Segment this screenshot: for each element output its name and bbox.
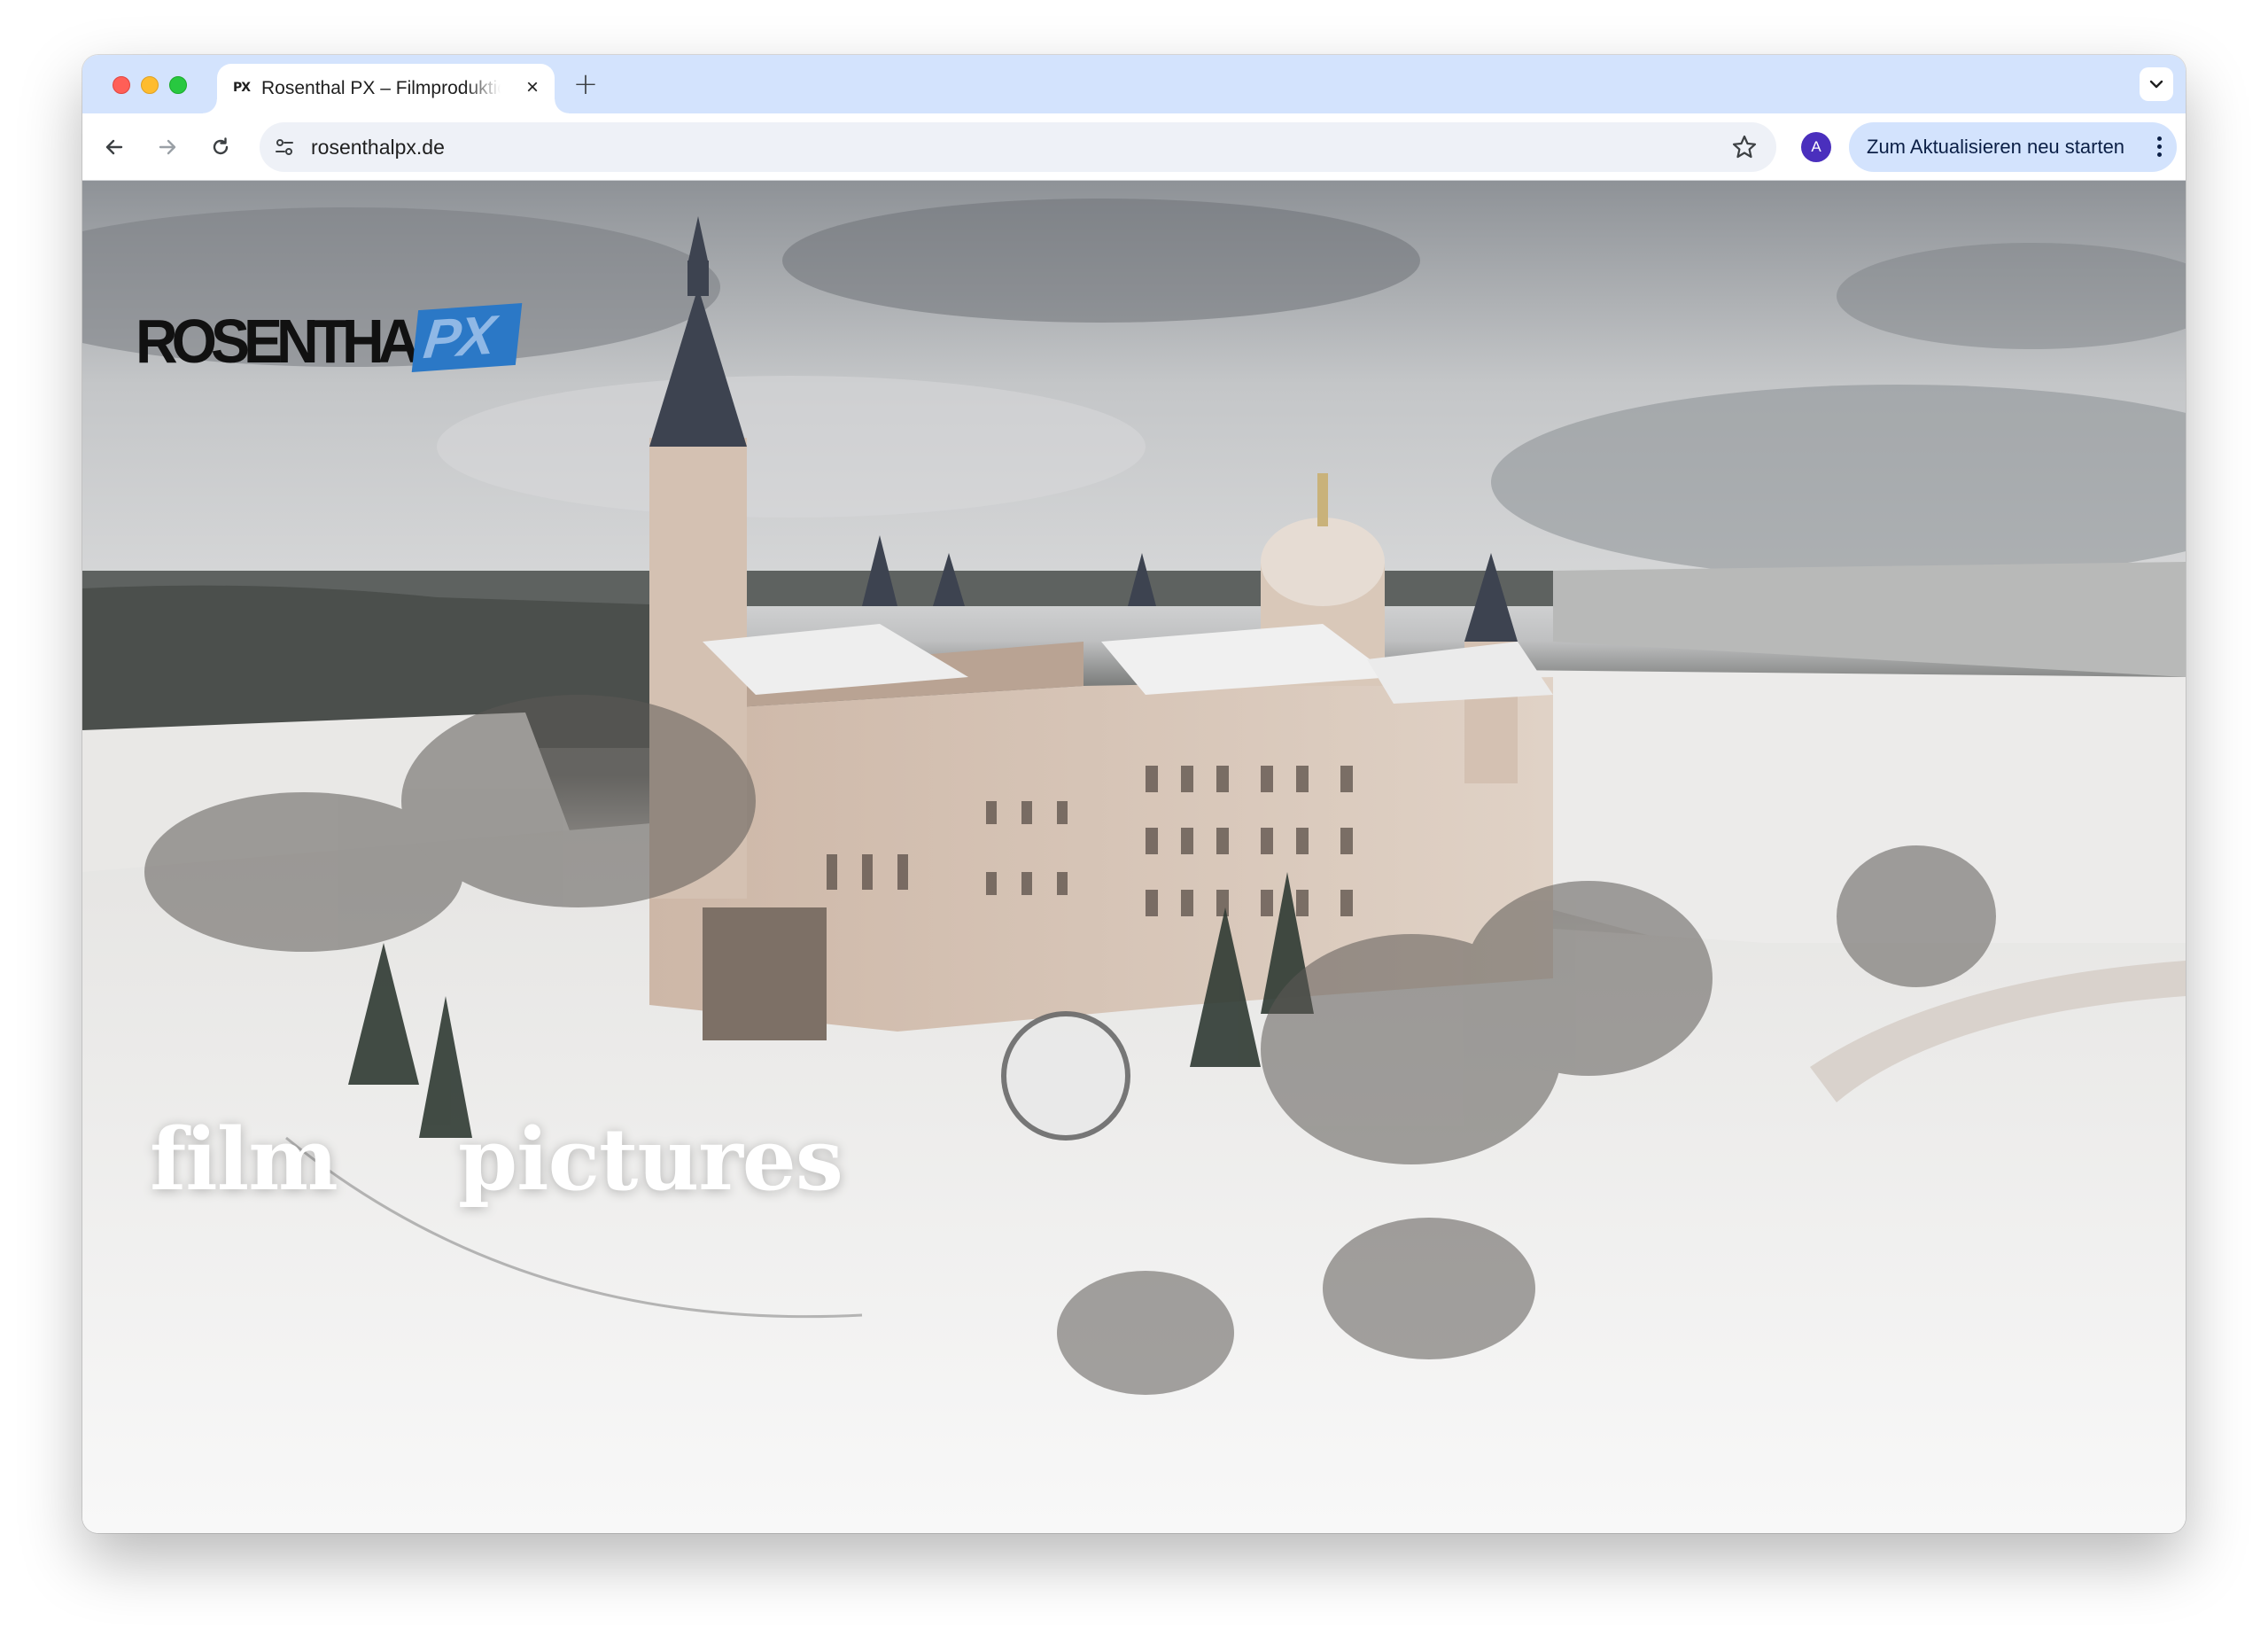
browser-window: PX Rosenthal PX – Filmproduktion × + ros… bbox=[82, 55, 2186, 1533]
url-text[interactable]: rosenthalpx.de bbox=[311, 136, 445, 159]
rosenthal-px-logo[interactable]: ROSENTHAL PX bbox=[136, 303, 525, 378]
site-favicon-icon: PX bbox=[233, 81, 251, 95]
minimize-window-button[interactable] bbox=[141, 76, 159, 94]
site-settings-icon[interactable] bbox=[272, 135, 297, 160]
arrow-right-icon bbox=[159, 139, 176, 155]
reload-icon bbox=[213, 137, 229, 155]
tab-rosenthal-px[interactable]: PX Rosenthal PX – Filmproduktion × bbox=[203, 64, 569, 113]
logo-accent-box: PX bbox=[411, 303, 523, 372]
tab-search-button[interactable] bbox=[2140, 67, 2173, 101]
nav-link-film[interactable]: film bbox=[150, 1111, 338, 1209]
close-window-button[interactable] bbox=[113, 76, 130, 94]
update-relaunch-button[interactable]: Zum Aktualisieren neu starten bbox=[1849, 122, 2177, 172]
address-bar[interactable]: rosenthalpx.de bbox=[260, 122, 1776, 172]
chevron-down-icon bbox=[2149, 80, 2163, 89]
nav-link-pictures[interactable]: pictures bbox=[458, 1111, 843, 1209]
maximize-window-button[interactable] bbox=[169, 76, 187, 94]
new-tab-button[interactable]: + bbox=[570, 69, 602, 101]
bookmark-star-icon[interactable] bbox=[1730, 133, 1759, 161]
tab-title: Rosenthal PX – Filmproduktion bbox=[261, 78, 501, 98]
logo-wordmark: ROSENTHAL bbox=[136, 307, 450, 376]
logo-accent-text: PX bbox=[420, 305, 496, 371]
arrow-left-icon bbox=[105, 139, 123, 155]
more-menu-icon[interactable] bbox=[2154, 135, 2164, 160]
update-relaunch-label: Zum Aktualisieren neu starten bbox=[1867, 136, 2125, 158]
forward-button[interactable] bbox=[151, 131, 183, 163]
tab-strip: PX Rosenthal PX – Filmproduktion × + bbox=[82, 55, 2186, 113]
reload-button[interactable] bbox=[205, 131, 237, 163]
page-viewport: ROSENTHAL PX film pictures bbox=[82, 181, 2186, 1533]
browser-toolbar: rosenthalpx.de A Zum Aktualisieren neu s… bbox=[82, 113, 2186, 181]
hero-background-image bbox=[82, 181, 2186, 1533]
back-button[interactable] bbox=[98, 131, 130, 163]
profile-avatar[interactable]: A bbox=[1801, 132, 1831, 162]
close-tab-icon[interactable]: × bbox=[521, 76, 544, 99]
